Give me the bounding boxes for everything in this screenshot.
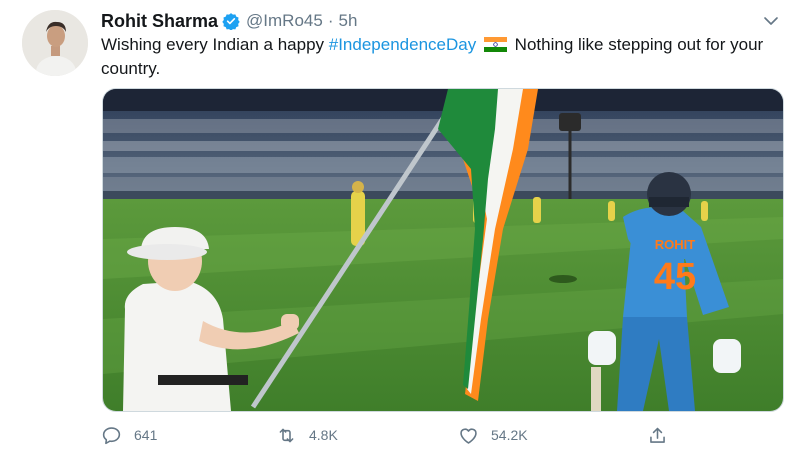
tweet-photo[interactable]: ROHIT 45 [102, 88, 784, 412]
author-name[interactable]: Rohit Sharma [101, 11, 218, 32]
author-handle[interactable]: @ImRo45 [246, 11, 323, 31]
like-count: 54.2K [491, 427, 528, 443]
india-flag-emoji [483, 37, 507, 52]
tweet-header: Rohit Sharma @ImRo45 · 5h [101, 9, 357, 33]
like-button[interactable]: 54.2K [458, 421, 528, 449]
avatar-photo [22, 10, 88, 76]
reply-icon [102, 426, 121, 444]
chevron-down-icon[interactable] [762, 12, 780, 30]
reply-button[interactable]: 641 [101, 421, 157, 449]
share-icon [650, 427, 665, 443]
retweet-count: 4.8K [309, 427, 338, 443]
retweet-button[interactable]: 4.8K [276, 421, 338, 449]
jersey-number-text: 45 [654, 256, 696, 298]
avatar[interactable] [22, 10, 88, 76]
verified-badge-icon [222, 13, 240, 30]
jersey-name-text: ROHIT [655, 237, 696, 252]
separator-dot: · [327, 11, 334, 30]
tweet-card[interactable]: Rohit Sharma @ImRo45 · 5h Wishing every … [0, 0, 800, 451]
stadium-photo: ROHIT 45 [103, 89, 783, 411]
tweet-text-start: Wishing every Indian a happy [101, 35, 329, 54]
tweet-actions: 641 4.8K 54.2K [101, 421, 681, 449]
share-button[interactable] [647, 421, 668, 449]
tweet-text: Wishing every Indian a happy #Independen… [101, 33, 781, 81]
reply-count: 641 [134, 427, 158, 443]
retweet-icon [279, 428, 294, 442]
hashtag-link[interactable]: #IndependenceDay [329, 35, 476, 54]
heart-icon [460, 427, 477, 444]
timestamp[interactable]: 5h [339, 11, 358, 31]
